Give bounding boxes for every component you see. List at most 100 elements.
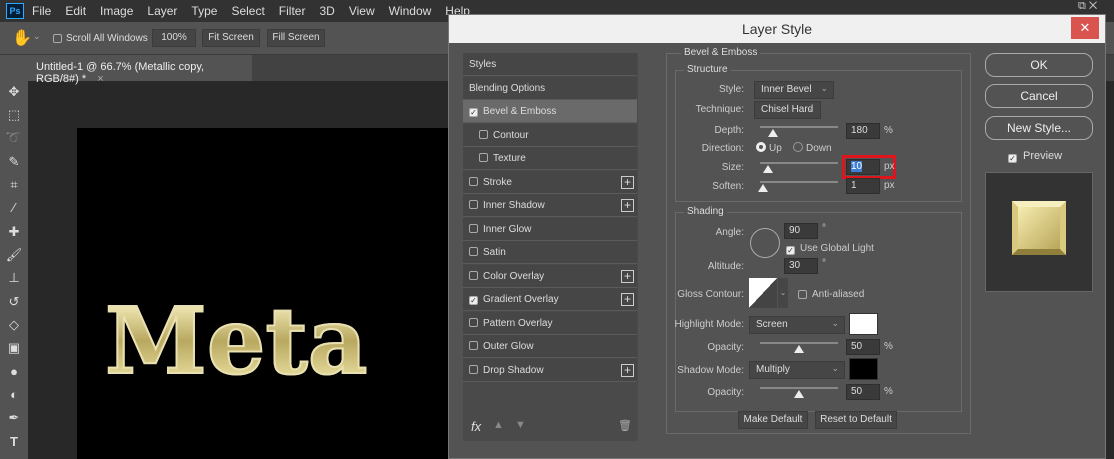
depth-slider-thumb[interactable] [768, 129, 778, 137]
trash-icon[interactable]: 🗑 [618, 419, 632, 432]
pen-tool-icon[interactable]: ✒ [4, 408, 24, 428]
reset-default-button[interactable]: Reset to Default [815, 411, 897, 429]
style-item-inner-glow[interactable]: Inner Glow [463, 217, 637, 241]
menu-select[interactable]: Select [231, 4, 264, 18]
style-item-texture[interactable]: Texture [463, 147, 637, 170]
anti-aliased-checkbox[interactable] [798, 289, 812, 301]
shadow-opacity-slider[interactable] [760, 387, 838, 389]
direction-up-radio[interactable] [756, 142, 766, 152]
eyedropper-tool-icon[interactable]: ⁄ [4, 198, 24, 218]
altitude-input[interactable]: 30 [784, 258, 818, 274]
global-light-checkbox[interactable]: ✓ [786, 243, 800, 255]
gradient-tool-icon[interactable]: ▣ [4, 338, 24, 358]
hand-tool-icon[interactable]: ✋ [12, 28, 32, 48]
move-up-icon[interactable]: ▲ [493, 419, 504, 431]
style-select[interactable]: Inner Bevel ⌄ [754, 81, 834, 99]
style-checkbox[interactable] [469, 341, 478, 350]
soften-slider-thumb[interactable] [758, 184, 768, 192]
shadow-opacity-thumb[interactable] [794, 390, 804, 398]
eraser-tool-icon[interactable]: ◇ [4, 315, 24, 335]
style-item-pattern-overlay[interactable]: Pattern Overlay [463, 311, 637, 335]
menu-image[interactable]: Image [100, 4, 133, 18]
angle-dial[interactable] [750, 228, 780, 258]
add-effect-icon[interactable]: + [621, 293, 634, 306]
technique-select[interactable]: Chisel Hard ⌄ [754, 101, 821, 119]
style-item-bevel-emboss[interactable]: ✓ Bevel & Emboss [463, 100, 637, 123]
menu-view[interactable]: View [349, 4, 375, 18]
menu-layer[interactable]: Layer [147, 4, 177, 18]
quick-select-tool-icon[interactable]: ✎ [4, 152, 24, 172]
lasso-tool-icon[interactable]: ➰ [4, 128, 24, 148]
stamp-tool-icon[interactable]: ⊥ [4, 268, 24, 288]
soften-slider[interactable] [760, 181, 838, 183]
preview-checkbox[interactable]: ✓ [1008, 151, 1022, 163]
fx-button[interactable]: fx [471, 419, 481, 434]
soften-input[interactable]: 1 [846, 178, 880, 194]
style-item-drop-shadow[interactable]: Drop Shadow + [463, 358, 637, 382]
fill-screen-button[interactable]: Fill Screen [267, 29, 325, 47]
brush-tool-icon[interactable]: 🖌 [4, 245, 24, 265]
dodge-tool-icon[interactable]: ◐ [4, 385, 24, 405]
menu-edit[interactable]: Edit [65, 4, 86, 18]
style-item-inner-shadow[interactable]: Inner Shadow + [463, 194, 637, 217]
restore-icon[interactable]: ⧉ [1078, 0, 1086, 12]
marquee-tool-icon[interactable]: ⬚ [4, 105, 24, 125]
style-checkbox[interactable]: ✓ [469, 108, 478, 117]
style-item-gradient-overlay[interactable]: ✓ Gradient Overlay + [463, 288, 637, 311]
style-checkbox[interactable] [469, 247, 478, 256]
style-item-blending-options[interactable]: Blending Options [463, 76, 637, 100]
style-item-color-overlay[interactable]: Color Overlay + [463, 264, 637, 288]
scroll-all-checkbox[interactable] [53, 33, 67, 45]
menu-3d[interactable]: 3D [319, 4, 334, 18]
style-item-satin[interactable]: Satin [463, 241, 637, 264]
style-checkbox[interactable] [469, 270, 478, 280]
highlight-mode-select[interactable]: Screen ⌄ [749, 316, 845, 334]
close-window-icon[interactable]: ✕ [1089, 0, 1097, 12]
move-down-icon[interactable]: ▼ [515, 419, 526, 431]
shadow-opacity-input[interactable]: 50 [846, 384, 880, 400]
zoom-100-button[interactable]: 100% [152, 29, 196, 47]
highlight-opacity-input[interactable]: 50 [846, 339, 880, 355]
size-slider[interactable] [760, 162, 838, 164]
chevron-down-icon[interactable]: ⌄ [33, 31, 41, 42]
menu-type[interactable]: Type [191, 4, 217, 18]
add-effect-icon[interactable]: + [621, 363, 634, 377]
add-effect-icon[interactable]: + [621, 269, 634, 283]
healing-brush-icon[interactable]: ✚ [4, 222, 24, 242]
ok-button[interactable]: OK [985, 53, 1093, 77]
gloss-contour-dropdown[interactable]: ⌄ [778, 278, 788, 308]
add-effect-icon[interactable]: + [621, 199, 634, 212]
cancel-button[interactable]: Cancel [985, 84, 1093, 108]
menu-window[interactable]: Window [389, 4, 432, 18]
menu-file[interactable]: File [32, 4, 51, 18]
move-tool-icon[interactable]: ✥ [4, 82, 24, 102]
direction-down-radio[interactable] [793, 142, 803, 152]
depth-input[interactable]: 180 [846, 123, 880, 139]
crop-tool-icon[interactable]: ⌗ [4, 175, 24, 195]
shadow-color-swatch[interactable] [849, 358, 878, 380]
style-checkbox[interactable] [469, 200, 478, 209]
style-checkbox[interactable]: ✓ [469, 296, 478, 305]
document-tab[interactable]: Untitled-1 @ 66.7% (Metallic copy, RGB/8… [28, 55, 252, 85]
close-tab-icon[interactable]: × [97, 73, 103, 85]
size-input[interactable]: 10 [846, 159, 880, 175]
style-checkbox[interactable] [469, 317, 478, 327]
style-item-contour[interactable]: Contour [463, 123, 637, 147]
style-item-styles[interactable]: Styles [463, 53, 637, 76]
dialog-close-button[interactable]: ✕ [1071, 17, 1099, 39]
menu-filter[interactable]: Filter [279, 4, 306, 18]
style-checkbox[interactable] [479, 153, 488, 162]
highlight-opacity-thumb[interactable] [794, 345, 804, 353]
gloss-contour-picker[interactable] [749, 278, 777, 308]
style-checkbox[interactable] [469, 223, 478, 233]
style-checkbox[interactable] [469, 176, 478, 186]
style-checkbox[interactable] [469, 364, 478, 374]
highlight-opacity-slider[interactable] [760, 342, 838, 344]
blur-tool-icon[interactable]: ● [4, 362, 24, 382]
style-checkbox[interactable] [479, 129, 488, 139]
fit-screen-button[interactable]: Fit Screen [202, 29, 260, 47]
history-brush-icon[interactable]: ↺ [4, 292, 24, 312]
highlight-color-swatch[interactable] [849, 313, 878, 335]
make-default-button[interactable]: Make Default [738, 411, 808, 429]
shadow-mode-select[interactable]: Multiply ⌄ [749, 361, 845, 379]
